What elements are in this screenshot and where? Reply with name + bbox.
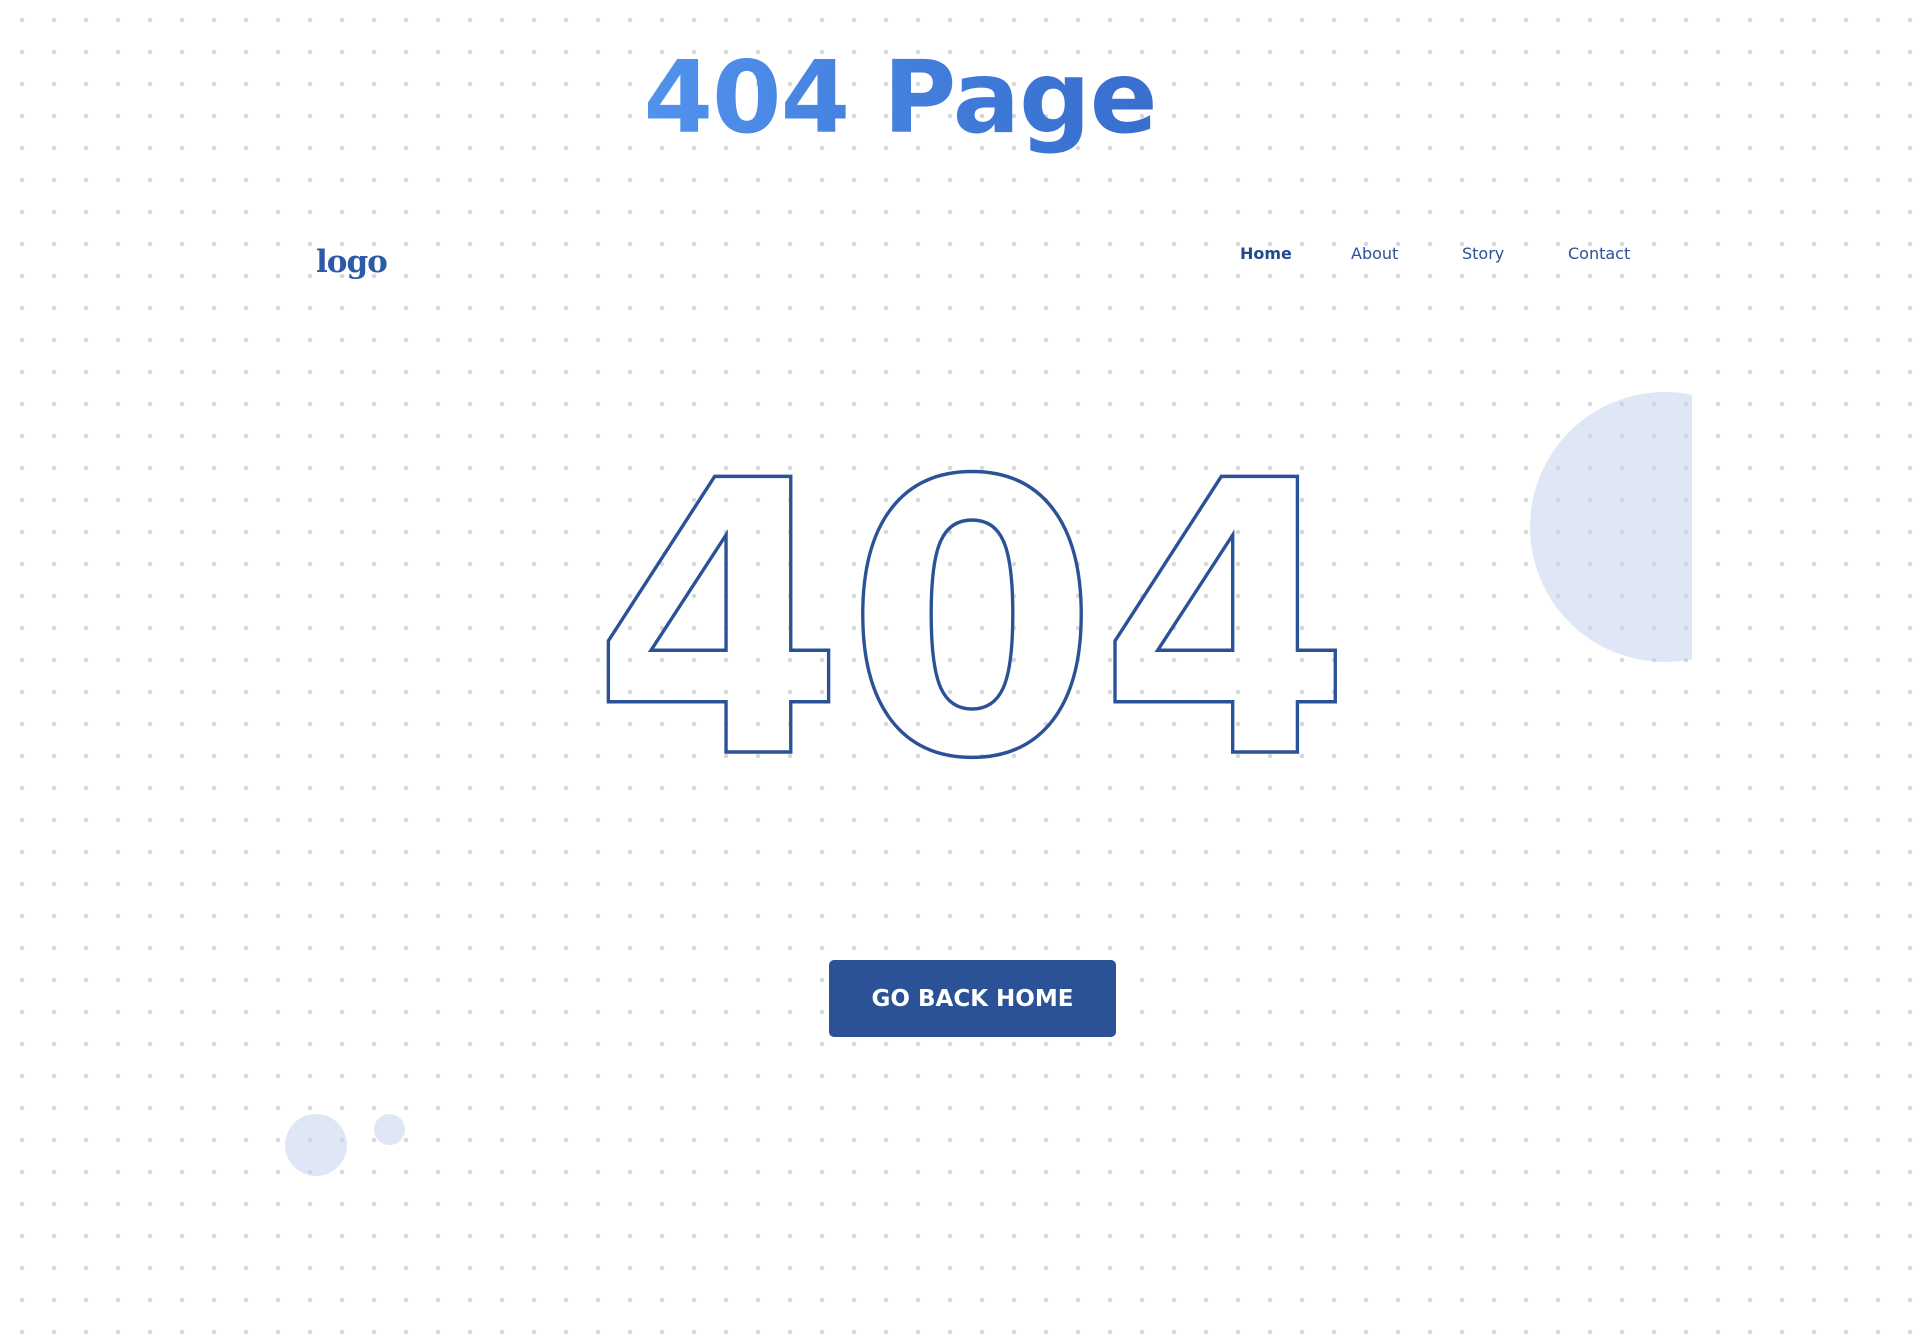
error-code-text: 404	[592, 440, 1352, 780]
decorative-circle-large	[285, 1114, 347, 1176]
decorative-half-circle	[1530, 392, 1692, 662]
decorative-circle-small	[374, 1114, 405, 1145]
page: { "page": { "heading": "404 Page" }, "he…	[0, 0, 1920, 1343]
go-back-home-button[interactable]: GO BACK HOME	[829, 960, 1116, 1037]
error-code-outline: 404	[590, 440, 1354, 780]
navbar: logo Home About Story Contact	[0, 230, 1920, 300]
nav-link-story[interactable]: Story	[1462, 244, 1504, 263]
nav-link-contact[interactable]: Contact	[1568, 244, 1630, 263]
page-title: 404 Page	[0, 38, 1800, 158]
nav-link-about[interactable]: About	[1351, 244, 1398, 263]
nav-link-home[interactable]: Home	[1240, 244, 1292, 263]
logo[interactable]: logo	[316, 244, 388, 280]
